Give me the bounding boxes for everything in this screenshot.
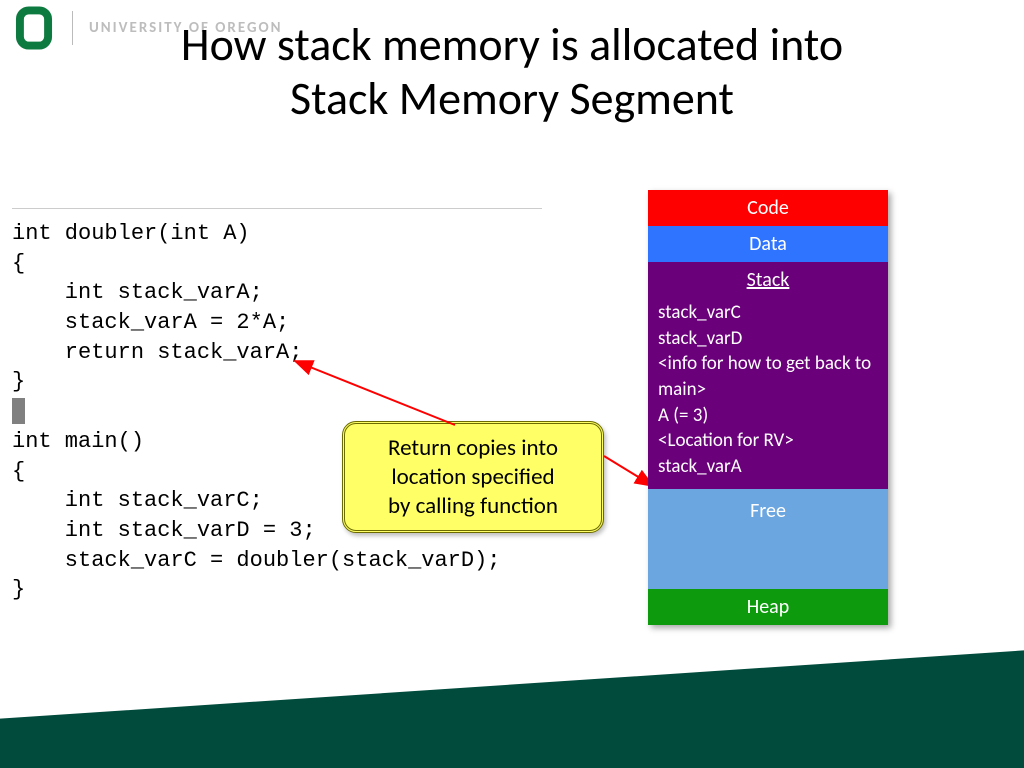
memory-layout-diagram: Code Data Stack stack_varC stack_varD <i… (648, 190, 888, 625)
footer-decoration (0, 648, 1024, 768)
code-line: stack_varC = doubler(stack_varD); (12, 548, 500, 573)
stack-item: <info for how to get back to main> (658, 351, 878, 402)
segment-free-label: Free (750, 499, 786, 523)
code-line: int stack_varA; (12, 280, 263, 305)
code-line: { (12, 251, 25, 276)
stack-item: stack_varC (658, 300, 878, 326)
code-line: stack_varA = 2*A; (12, 310, 289, 335)
segment-data: Data (648, 226, 888, 262)
segment-heap: Heap (648, 589, 888, 625)
code-line: { (12, 459, 25, 484)
title-line-1: How stack memory is allocated into (181, 17, 843, 73)
callout-line: Return copies into (388, 434, 558, 462)
callout-line: location specified (391, 463, 554, 491)
code-listing: int doubler(int A) { int stack_varA; sta… (12, 208, 542, 605)
segment-stack-header: Stack (648, 262, 888, 296)
text-cursor-icon (12, 398, 25, 424)
code-line: return stack_varA; (12, 340, 302, 365)
code-line: } (12, 577, 25, 602)
title-line-2: Stack Memory Segment (290, 71, 734, 127)
stack-item: stack_varD (658, 326, 878, 352)
annotation-callout: Return copies into location specified by… (342, 421, 604, 533)
code-line: } (12, 369, 25, 394)
slide-title: How stack memory is allocated into Stack… (0, 18, 1024, 127)
stack-item: <Location for RV> (658, 428, 878, 454)
stack-item: A (= 3) (658, 403, 878, 429)
callout-line: by calling function (388, 492, 558, 520)
code-line: int doubler(int A) (12, 221, 250, 246)
code-line: int stack_varD = 3; (12, 518, 316, 543)
code-line: int main() (12, 429, 144, 454)
stack-item: stack_varA (658, 454, 878, 480)
segment-free: Free (648, 489, 888, 589)
segment-stack-body: stack_varC stack_varD <info for how to g… (648, 296, 888, 489)
code-line: int stack_varC; (12, 488, 263, 513)
segment-code: Code (648, 190, 888, 226)
